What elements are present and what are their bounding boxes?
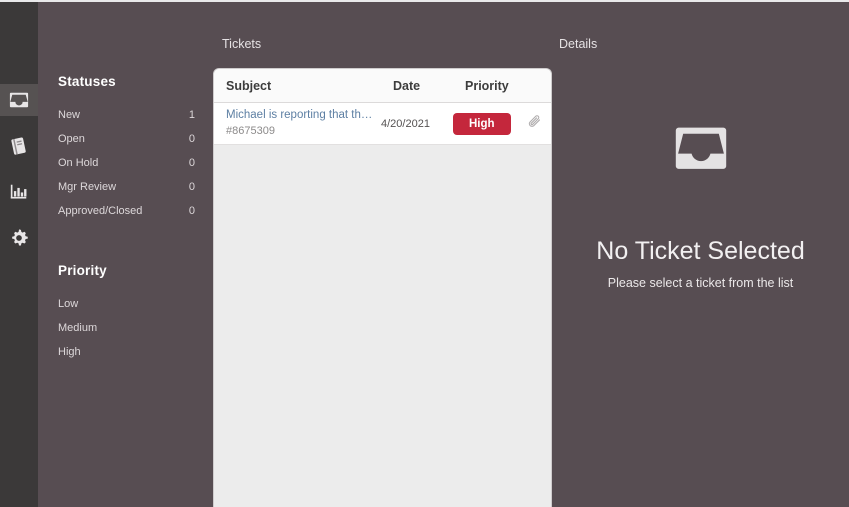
status-filter-new[interactable]: New 1 bbox=[58, 103, 195, 127]
details-column-caption: Details bbox=[559, 37, 598, 51]
priority-filter-medium[interactable]: Medium bbox=[58, 316, 195, 340]
priority-filter-low[interactable]: Low bbox=[58, 292, 195, 316]
ticket-attachment-cell[interactable] bbox=[521, 114, 551, 134]
column-header-priority[interactable]: Priority bbox=[465, 79, 551, 93]
ticket-date: 4/20/2021 bbox=[381, 117, 430, 130]
status-label: Mgr Review bbox=[58, 181, 117, 193]
ticket-list-panel: Subject Date Priority Michael is reporti… bbox=[213, 68, 552, 507]
column-header-subject[interactable]: Subject bbox=[214, 79, 393, 93]
details-pane: No Ticket Selected Please select a ticke… bbox=[552, 68, 849, 507]
tickets-column-caption: Tickets bbox=[222, 37, 262, 51]
ticket-app-window: Statuses New 1 Open 0 On Hold 0 Mgr Revi… bbox=[0, 0, 849, 507]
empty-state-subtitle: Please select a ticket from the list bbox=[607, 276, 794, 290]
rail-item-settings[interactable] bbox=[0, 222, 38, 254]
status-count: 0 bbox=[188, 133, 195, 145]
priority-heading: Priority bbox=[58, 263, 107, 278]
ticket-priority-cell: High bbox=[453, 112, 521, 135]
book-icon bbox=[8, 135, 30, 157]
status-filter-approved-closed[interactable]: Approved/Closed 0 bbox=[58, 199, 195, 223]
inbox-icon bbox=[8, 90, 30, 110]
ticket-subject-cell: Michael is reporting that th… #8675309 bbox=[214, 108, 381, 138]
status-filter-mgr-review[interactable]: Mgr Review 0 bbox=[58, 175, 195, 199]
statuses-heading: Statuses bbox=[58, 74, 116, 89]
rail-item-reports[interactable] bbox=[0, 176, 38, 208]
status-label: New bbox=[58, 109, 81, 121]
icon-rail bbox=[0, 2, 38, 507]
filters-sidebar: Statuses New 1 Open 0 On Hold 0 Mgr Revi… bbox=[38, 2, 213, 507]
status-badge[interactable]: High bbox=[453, 112, 511, 135]
status-count: 1 bbox=[188, 109, 195, 121]
status-count: 0 bbox=[188, 157, 195, 169]
status-label: Open bbox=[58, 133, 85, 145]
table-row[interactable]: Michael is reporting that th… #8675309 4… bbox=[214, 103, 551, 145]
priority-filter-high[interactable]: High bbox=[58, 340, 195, 364]
status-count: 0 bbox=[188, 181, 195, 193]
status-label: Approved/Closed bbox=[58, 205, 143, 217]
ticket-number: #8675309 bbox=[226, 124, 275, 137]
status-filter-open[interactable]: Open 0 bbox=[58, 127, 195, 151]
ticket-list-header: Subject Date Priority bbox=[214, 69, 551, 103]
inbox-tray-icon bbox=[670, 120, 732, 181]
status-filter-on-hold[interactable]: On Hold 0 bbox=[58, 151, 195, 175]
bar-chart-icon bbox=[8, 182, 30, 202]
priority-label: Medium bbox=[58, 322, 98, 334]
priority-label: Low bbox=[58, 298, 79, 310]
status-label: On Hold bbox=[58, 157, 99, 169]
column-header-date[interactable]: Date bbox=[393, 79, 465, 93]
empty-state-title: No Ticket Selected bbox=[596, 237, 805, 265]
rail-item-knowledge-base[interactable] bbox=[0, 130, 38, 162]
status-count: 0 bbox=[188, 205, 195, 217]
ticket-subject-link[interactable]: Michael is reporting that th… bbox=[226, 108, 381, 124]
priority-label: High bbox=[58, 346, 81, 358]
rail-item-inbox[interactable] bbox=[0, 84, 38, 116]
gear-icon bbox=[8, 227, 30, 249]
paperclip-icon bbox=[527, 114, 542, 134]
